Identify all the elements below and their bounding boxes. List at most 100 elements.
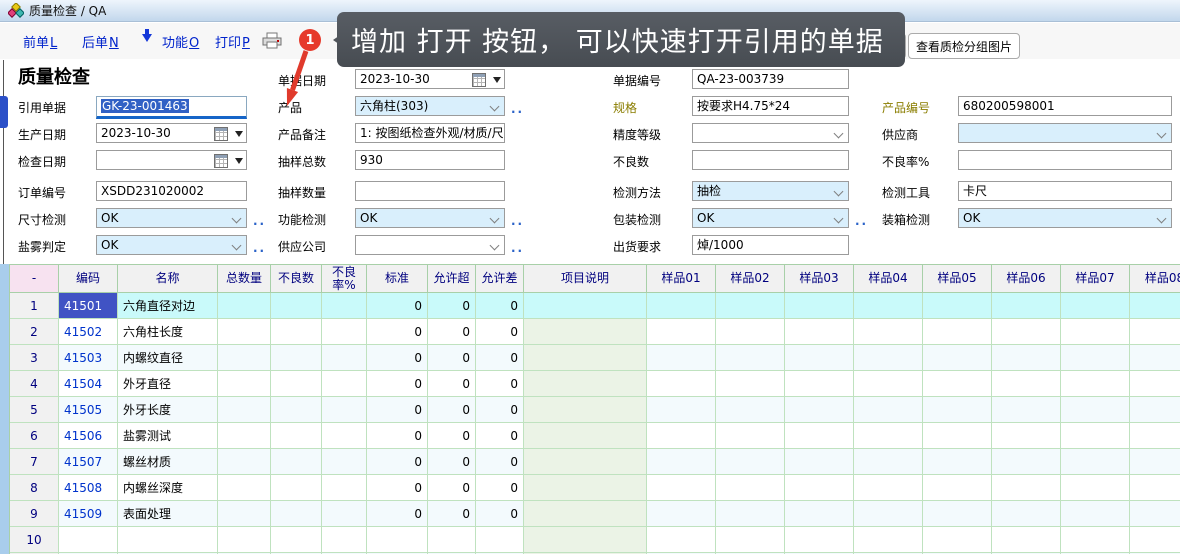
toolbar-button-print[interactable]: 打印P	[215, 32, 250, 51]
more-button[interactable]: ..	[253, 241, 266, 255]
grid-cell[interactable]	[1061, 371, 1130, 397]
grid-cell[interactable]	[716, 501, 785, 527]
grid-cell[interactable]	[992, 501, 1061, 527]
grid-cell[interactable]	[118, 527, 218, 553]
grid-cell[interactable]	[524, 345, 647, 371]
column-header-2[interactable]: 名称	[118, 265, 218, 293]
more-button[interactable]: ..	[511, 102, 524, 116]
grid-cell[interactable]: 0	[428, 371, 476, 397]
grid-cell[interactable]	[271, 475, 322, 501]
grid-cell[interactable]	[854, 501, 923, 527]
grid-cell[interactable]	[923, 501, 992, 527]
grid-cell[interactable]	[785, 345, 854, 371]
grid-cell[interactable]	[716, 345, 785, 371]
grid-cell[interactable]: 0	[367, 293, 428, 319]
grid-cell[interactable]: 0	[428, 501, 476, 527]
more-button[interactable]: ..	[855, 214, 868, 228]
grid-cell[interactable]	[1130, 319, 1180, 345]
grid-cell[interactable]	[322, 527, 367, 553]
grid-cell[interactable]	[271, 449, 322, 475]
grid-cell[interactable]	[218, 501, 271, 527]
grid-cell[interactable]	[647, 345, 716, 371]
grid-cell[interactable]	[716, 371, 785, 397]
grid-cell[interactable]	[647, 449, 716, 475]
grid-cell[interactable]	[785, 449, 854, 475]
grid-cell[interactable]	[1061, 423, 1130, 449]
grid-cell[interactable]	[1061, 449, 1130, 475]
grid-cell[interactable]: 0	[476, 371, 524, 397]
grid-cell[interactable]: 0	[428, 319, 476, 345]
grid-cell[interactable]	[1130, 501, 1180, 527]
grid-cell[interactable]	[1061, 527, 1130, 553]
grid-cell[interactable]	[322, 345, 367, 371]
field-sample_qty[interactable]	[355, 181, 505, 201]
grid-cell[interactable]: 0	[428, 475, 476, 501]
field-pack_check[interactable]: OK	[692, 208, 849, 228]
more-button[interactable]: ..	[511, 214, 524, 228]
grid-cell[interactable]: 0	[367, 371, 428, 397]
grid-cell[interactable]: 0	[367, 345, 428, 371]
grid-cell[interactable]: 外牙直径	[118, 371, 218, 397]
grid-cell[interactable]	[716, 449, 785, 475]
grid-cell[interactable]	[322, 397, 367, 423]
column-header-10[interactable]: 样品01	[647, 265, 716, 293]
grid-cell[interactable]	[716, 293, 785, 319]
grid-cell[interactable]	[218, 293, 271, 319]
grid-cell[interactable]	[785, 475, 854, 501]
grid-cell[interactable]	[923, 423, 992, 449]
grid-cell[interactable]	[524, 475, 647, 501]
grid-cell[interactable]: 外牙长度	[118, 397, 218, 423]
chevron-down-icon[interactable]	[1157, 214, 1167, 224]
grid-cell[interactable]	[785, 423, 854, 449]
grid-cell[interactable]: 0	[367, 319, 428, 345]
grid-cell[interactable]	[1130, 397, 1180, 423]
grid-cell[interactable]	[647, 293, 716, 319]
calendar-icon[interactable]	[472, 73, 486, 87]
grid-cell[interactable]: 0	[428, 423, 476, 449]
grid-cell[interactable]	[1130, 475, 1180, 501]
date-dropdown-icon[interactable]	[235, 131, 243, 141]
grid-cell[interactable]	[322, 423, 367, 449]
toolbar-button-function[interactable]: 功能O	[162, 32, 199, 51]
grid-cell[interactable]	[1130, 527, 1180, 553]
row-number-cell[interactable]: 10	[10, 527, 59, 553]
grid-cell[interactable]	[647, 397, 716, 423]
grid-cell[interactable]: 0	[476, 449, 524, 475]
grid-cell[interactable]: 41504	[59, 371, 118, 397]
grid-cell[interactable]	[992, 449, 1061, 475]
grid-cell[interactable]	[322, 449, 367, 475]
column-header-17[interactable]: 样品08	[1130, 265, 1180, 293]
grid-cell[interactable]	[716, 319, 785, 345]
field-inspect_date[interactable]	[96, 150, 247, 170]
row-number-cell[interactable]: 6	[10, 423, 59, 449]
grid-cell[interactable]	[524, 293, 647, 319]
chevron-down-icon[interactable]	[834, 129, 844, 139]
grid-cell[interactable]: 41506	[59, 423, 118, 449]
grid-cell[interactable]	[1130, 371, 1180, 397]
column-header-16[interactable]: 样品07	[1061, 265, 1130, 293]
grid-cell[interactable]	[923, 345, 992, 371]
row-number-cell[interactable]: 5	[10, 397, 59, 423]
grid-cell[interactable]	[992, 319, 1061, 345]
grid-cell[interactable]	[524, 527, 647, 553]
grid-cell[interactable]	[923, 475, 992, 501]
grid-cell[interactable]	[218, 371, 271, 397]
grid-cell[interactable]	[785, 397, 854, 423]
grid-cell[interactable]	[716, 527, 785, 553]
grid-cell[interactable]	[59, 527, 118, 553]
grid-cell[interactable]	[218, 345, 271, 371]
grid-cell[interactable]	[716, 423, 785, 449]
grid-cell[interactable]: 41505	[59, 397, 118, 423]
grid-cell[interactable]	[271, 293, 322, 319]
grid-cell[interactable]: 41503	[59, 345, 118, 371]
grid-cell[interactable]: 表面处理	[118, 501, 218, 527]
column-header-6[interactable]: 标准	[367, 265, 428, 293]
view-inspection-group-images-button[interactable]: 查看质检分组图片	[908, 33, 1020, 59]
grid-cell[interactable]	[785, 293, 854, 319]
grid-cell[interactable]	[854, 371, 923, 397]
grid-cell[interactable]	[271, 423, 322, 449]
grid-cell[interactable]	[854, 397, 923, 423]
grid-cell[interactable]	[271, 397, 322, 423]
grid-cell[interactable]	[647, 371, 716, 397]
grid-cell[interactable]	[524, 449, 647, 475]
